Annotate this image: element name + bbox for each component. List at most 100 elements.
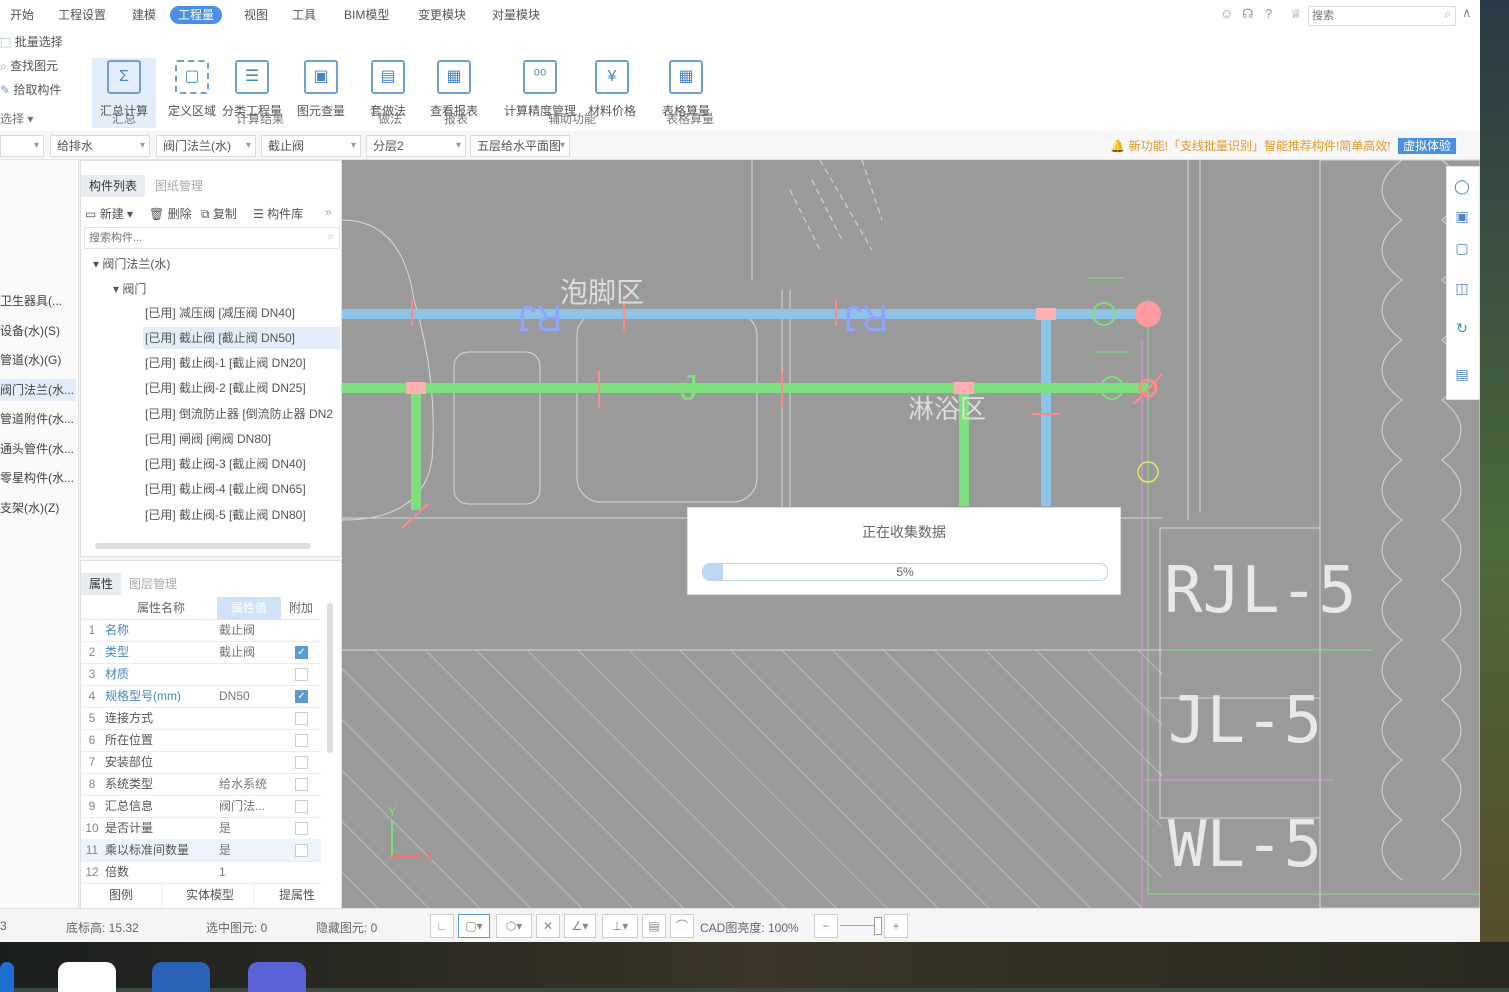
delete-button[interactable]: 🗑 删除 — [149, 205, 192, 222]
attach-checkbox[interactable]: ✓ — [295, 646, 308, 659]
ortho-icon[interactable]: ∟ — [430, 914, 454, 938]
pick-component-action[interactable]: ✎ 拾取构件 — [0, 81, 61, 98]
batch-select-action[interactable]: ⬚ 批量选择 — [0, 33, 63, 50]
menu-view[interactable]: 视图 — [236, 6, 276, 24]
menu-start[interactable]: 开始 — [2, 6, 42, 24]
3d-icon[interactable]: ▣ — [1448, 202, 1476, 230]
tee-fitting[interactable] — [1036, 308, 1056, 320]
menu-quantity[interactable]: 工程量 — [170, 6, 223, 24]
menu-modeling[interactable]: 建模 — [124, 6, 164, 24]
layer-icon[interactable]: ▤ — [642, 914, 666, 938]
property-row[interactable]: 6 所在位置 — [81, 729, 321, 752]
component-select[interactable]: 截止阀 — [261, 135, 361, 157]
attach-checkbox[interactable] — [295, 756, 308, 769]
attach-checkbox[interactable] — [295, 712, 308, 725]
nav-item-equipment[interactable]: 设备(水)(S) — [0, 320, 76, 342]
tree-item[interactable]: [已用] 截止阀-3 [截止阀 DN40] — [143, 453, 340, 475]
library-button[interactable]: ☰ 构件库 — [253, 205, 303, 222]
property-value[interactable]: DN50 — [219, 685, 281, 707]
find-element-action[interactable]: ⌕ 查找图元 — [0, 57, 58, 74]
attach-checkbox[interactable] — [295, 668, 308, 681]
tree-child[interactable]: ▾ 阀门 — [113, 280, 146, 297]
menu-change-module[interactable]: 变更模块 — [410, 6, 474, 24]
nav-item-pipe[interactable]: 管道(水)(G) — [0, 349, 76, 371]
list-view-icon[interactable]: ▤ — [1448, 360, 1476, 388]
component-search-input[interactable] — [85, 228, 311, 248]
more-icon[interactable]: » — [325, 205, 332, 219]
top-search-input[interactable] — [1309, 7, 1434, 25]
property-value[interactable]: 给水系统 — [219, 773, 281, 795]
property-value[interactable]: 截止阀 — [219, 641, 281, 663]
collapse-icon[interactable]: ∧ — [1462, 5, 1472, 21]
property-row[interactable]: 7 安装部位 — [81, 751, 321, 774]
tee-fitting[interactable] — [954, 382, 974, 394]
tab-drawing-management[interactable]: 图纸管理 — [147, 175, 211, 197]
nav-item-fitting[interactable]: 通头管件(水... — [0, 438, 76, 460]
tree-root[interactable]: ▾ 阀门法兰(水) — [93, 255, 170, 272]
nav-item-valve[interactable]: 阀门法兰(水... — [0, 379, 76, 401]
tree-item[interactable]: [已用] 减压阀 [减压阀 DN40] — [143, 302, 340, 324]
property-row[interactable]: 3 材质 — [81, 663, 321, 686]
menu-bim-model[interactable]: BIM模型 — [336, 6, 397, 24]
tee-fitting[interactable] — [406, 382, 426, 394]
select-group-label[interactable]: 选择 ▾ — [0, 110, 33, 127]
property-row[interactable]: 8 系统类型 给水系统 — [81, 773, 321, 796]
angle-icon[interactable]: ∠▾ — [564, 914, 596, 938]
tree-item[interactable]: [已用] 截止阀 [截止阀 DN50] — [143, 327, 340, 349]
brightness-slider-handle[interactable] — [874, 917, 882, 935]
headset-icon[interactable]: ☊ — [1242, 6, 1254, 22]
cube-icon[interactable]: ◫ — [1448, 274, 1476, 302]
nav-item-misc[interactable]: 零星构件(水... — [0, 467, 76, 489]
attach-checkbox[interactable] — [295, 778, 308, 791]
select-mode-icon[interactable]: ▢▾ — [458, 914, 490, 938]
property-value[interactable]: 截止阀 — [219, 619, 281, 641]
search-icon[interactable]: ⌕ — [1444, 7, 1451, 22]
nav-item-sanitary[interactable]: 卫生器具(... — [0, 290, 76, 312]
property-row[interactable]: 9 汇总信息 阀门法... — [81, 795, 321, 818]
menu-tools[interactable]: 工具 — [284, 6, 324, 24]
category-select[interactable]: 阀门法兰(水) — [156, 135, 256, 157]
tree-item[interactable]: [已用] 截止阀-1 [截止阀 DN20] — [143, 352, 340, 374]
menu-project-settings[interactable]: 工程设置 — [50, 6, 114, 24]
dimension-icon[interactable]: ⊥▾ — [602, 914, 638, 938]
floor-select[interactable] — [0, 135, 44, 157]
property-row[interactable]: 10 是否计量 是 — [81, 817, 321, 840]
view-cube-icon[interactable]: ⬡▾ — [496, 914, 532, 938]
solid-model-button[interactable]: 实体模型 — [167, 883, 254, 907]
help-icon[interactable]: ? — [1265, 6, 1272, 21]
tab-layer-management[interactable]: 图层管理 — [121, 573, 185, 595]
curve-icon[interactable]: ⌒ — [670, 914, 694, 938]
property-row[interactable]: 5 连接方式 — [81, 707, 321, 730]
attach-checkbox[interactable]: ✓ — [295, 690, 308, 703]
legend-button[interactable]: 图例 — [81, 883, 162, 907]
property-value[interactable]: 阀门法... — [219, 795, 281, 817]
zoom-out-icon[interactable]: − — [814, 914, 838, 938]
rotate-icon[interactable]: ↻ — [1448, 314, 1476, 342]
drawing-select[interactable]: 五层给水平面图 — [470, 135, 570, 157]
nav-item-pipe-accessory[interactable]: 管道附件(水... — [0, 408, 76, 430]
copy-button[interactable]: ⧉ 复制 — [201, 205, 237, 222]
property-value[interactable]: 是 — [219, 839, 281, 861]
property-value[interactable]: 1 — [219, 861, 281, 883]
attach-checkbox[interactable] — [295, 822, 308, 835]
try-button[interactable]: 虚拟体验 — [1397, 138, 1456, 154]
property-row[interactable]: 4 规格型号(mm) DN50 ✓ — [81, 685, 321, 708]
attach-checkbox[interactable] — [295, 800, 308, 813]
element-query-button[interactable]: ▣ 图元查量 — [289, 58, 353, 128]
property-row[interactable]: 12 倍数 1 — [81, 861, 321, 884]
tree-item[interactable]: [已用] 截止阀-5 [截止阀 DN80] — [143, 504, 340, 526]
attach-checkbox[interactable] — [295, 844, 308, 857]
valve-node[interactable] — [1135, 301, 1161, 327]
menu-compare-module[interactable]: 对量模块 — [484, 6, 548, 24]
property-row[interactable]: 1 名称 截止阀 — [81, 619, 321, 642]
tree-item[interactable]: [已用] 倒流防止器 [倒流防止器 DN2 — [143, 403, 340, 425]
cross-icon[interactable]: ✕ — [536, 914, 560, 938]
skin-icon[interactable]: ♕ — [1290, 6, 1302, 22]
user-icon[interactable]: ☺ — [1220, 6, 1233, 21]
tab-properties[interactable]: 属性 — [81, 573, 122, 595]
nav-item-support[interactable]: 支架(水)(Z) — [0, 497, 76, 519]
tree-item[interactable]: [已用] 闸阀 [闸阀 DN80] — [143, 428, 340, 450]
layer-select[interactable]: 分层2 — [366, 135, 466, 157]
zoom-in-icon[interactable]: + — [884, 914, 908, 938]
discipline-select[interactable]: 给排水 — [50, 135, 150, 157]
